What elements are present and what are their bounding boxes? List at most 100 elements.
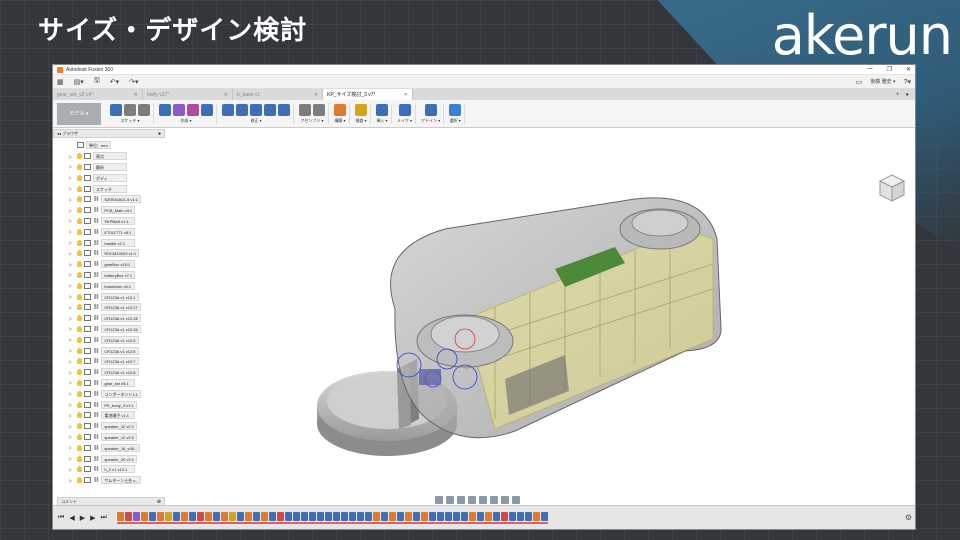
tool-icon[interactable] bbox=[250, 104, 262, 116]
timeline-feature[interactable] bbox=[468, 511, 476, 521]
tree-component[interactable]: ▷ ⛓ CR123A v1 v12:26 bbox=[53, 324, 165, 335]
expand-arrow-icon[interactable]: ▷ bbox=[69, 164, 75, 169]
visibility-bulb-icon[interactable] bbox=[77, 433, 82, 440]
visibility-bulb-icon[interactable] bbox=[77, 412, 82, 419]
tool-icon[interactable] bbox=[355, 104, 367, 116]
viewcube[interactable] bbox=[875, 171, 909, 205]
timeline-feature[interactable] bbox=[356, 511, 364, 521]
timeline-feature[interactable] bbox=[332, 511, 340, 521]
tree-component[interactable]: ▷ ⛓ ET011T71 v5:1 bbox=[53, 226, 165, 237]
tree-folder[interactable]: ▷ スケッチ bbox=[53, 183, 165, 194]
add-comment-icon[interactable]: ⊕ bbox=[157, 499, 161, 505]
visibility-bulb-icon[interactable] bbox=[77, 282, 82, 289]
3d-viewport[interactable] bbox=[165, 129, 915, 507]
tool-icon[interactable] bbox=[376, 104, 388, 116]
timeline-feature[interactable] bbox=[380, 511, 388, 521]
tree-component[interactable]: ▷ ⛓ CR123A v1 v12:5 bbox=[53, 334, 165, 345]
viewports-icon[interactable] bbox=[512, 496, 520, 504]
visibility-bulb-icon[interactable] bbox=[77, 185, 82, 192]
timeline-feature[interactable] bbox=[420, 511, 428, 521]
tool-icon[interactable] bbox=[424, 104, 437, 116]
timeline-feature[interactable] bbox=[460, 511, 468, 521]
visibility-bulb-icon[interactable] bbox=[77, 401, 82, 408]
timeline-feature[interactable] bbox=[436, 511, 444, 521]
tree-component[interactable]: ▷ ⛓ h_2 v1 v12:1 bbox=[53, 464, 165, 475]
timeline-feature[interactable] bbox=[236, 511, 244, 521]
tree-folder[interactable]: ▷ 解析 bbox=[53, 162, 165, 173]
timeline-feature[interactable] bbox=[492, 511, 500, 521]
toolbar-group-label[interactable]: 選択 ▾ bbox=[450, 118, 461, 124]
visibility-bulb-icon[interactable] bbox=[77, 174, 82, 181]
expand-arrow-icon[interactable]: ▷ bbox=[69, 294, 75, 299]
expand-arrow-icon[interactable]: ▷ bbox=[69, 262, 75, 267]
timeline-feature[interactable] bbox=[220, 511, 228, 521]
tree-component[interactable]: ▷ ⛓ CR123A v1 v12:7 bbox=[53, 356, 165, 367]
timeline-feature[interactable] bbox=[484, 511, 492, 521]
tree-component[interactable]: ▷ ⛓ speaker_12 v2:2 bbox=[53, 432, 165, 443]
timeline-feature[interactable] bbox=[364, 511, 372, 521]
visibility-bulb-icon[interactable] bbox=[77, 325, 82, 332]
timeline-feature[interactable] bbox=[260, 511, 268, 521]
visibility-bulb-icon[interactable] bbox=[77, 379, 82, 386]
tree-component[interactable]: ▷ ⛓ RDCM10003 v1:1 bbox=[53, 248, 165, 259]
timeline-feature[interactable] bbox=[444, 511, 452, 521]
toolbar-group-label[interactable]: メイク ▾ bbox=[397, 118, 412, 124]
timeline-feature[interactable] bbox=[188, 511, 196, 521]
tool-icon[interactable] bbox=[138, 104, 150, 116]
expand-arrow-icon[interactable]: ▷ bbox=[69, 240, 75, 245]
timeline-feature[interactable] bbox=[124, 511, 132, 521]
file-menu-icon[interactable]: ▤▾ bbox=[74, 78, 84, 86]
expand-arrow-icon[interactable]: ▷ bbox=[69, 402, 75, 407]
tree-component[interactable]: ▷ ⛓ speaker_16_v06... bbox=[53, 442, 165, 453]
timeline-feature[interactable] bbox=[340, 511, 348, 521]
tree-component[interactable]: ▷ ⛓ thumbturn v6:1 bbox=[53, 280, 165, 291]
tree-component[interactable]: ▷ ⛓ CR123A v1 v12:8 bbox=[53, 367, 165, 378]
tool-icon[interactable] bbox=[201, 104, 213, 116]
timeline-feature[interactable] bbox=[428, 511, 436, 521]
expand-arrow-icon[interactable]: ▷ bbox=[69, 208, 75, 213]
expand-arrow-icon[interactable]: ▷ bbox=[69, 154, 75, 159]
tool-icon[interactable] bbox=[110, 104, 122, 116]
expand-arrow-icon[interactable]: ▷ bbox=[69, 391, 75, 396]
timeline-feature[interactable] bbox=[204, 511, 212, 521]
help-icon[interactable]: ?▾ bbox=[904, 78, 911, 86]
timeline-feature[interactable] bbox=[404, 511, 412, 521]
timeline-feature[interactable] bbox=[180, 511, 188, 521]
go-to-start-icon[interactable]: ⏮ bbox=[58, 514, 64, 522]
document-tab[interactable]: gear_set_v2 v4* ✕ bbox=[53, 89, 143, 100]
document-tab[interactable]: KP_サイズ検討_3 v7* ✕ bbox=[323, 89, 413, 100]
visibility-bulb-icon[interactable] bbox=[77, 477, 82, 484]
tool-icon[interactable] bbox=[313, 104, 325, 116]
visibility-bulb-icon[interactable] bbox=[77, 163, 82, 170]
tool-icon[interactable] bbox=[398, 104, 411, 116]
save-icon[interactable]: 🖫 bbox=[94, 76, 100, 87]
job-status-icon[interactable]: ▭ bbox=[856, 78, 863, 86]
timeline-feature[interactable] bbox=[116, 511, 124, 521]
visibility-bulb-icon[interactable] bbox=[77, 250, 82, 257]
document-tab[interactable]: body v27* ✕ bbox=[143, 89, 233, 100]
timeline-feature[interactable] bbox=[516, 511, 524, 521]
tool-icon[interactable] bbox=[124, 104, 136, 116]
tree-component[interactable]: ▷ ⛓ CR123A v1 v12:1 bbox=[53, 291, 165, 302]
timeline-feature[interactable] bbox=[300, 511, 308, 521]
tree-folder[interactable]: ▷ 原点 bbox=[53, 151, 165, 162]
expand-arrow-icon[interactable]: ▷ bbox=[69, 272, 75, 277]
document-tab[interactable]: b_base v1 ✕ bbox=[233, 89, 323, 100]
tree-component[interactable]: ▷ ⛓ SKPBAA v1:1 bbox=[53, 216, 165, 227]
close-tab-icon[interactable]: ✕ bbox=[404, 92, 408, 98]
workspace-switcher[interactable]: モデル ▾ bbox=[57, 102, 101, 125]
zoom-icon[interactable] bbox=[468, 496, 476, 504]
toolbar-group-label[interactable]: アセンブリ ▾ bbox=[301, 118, 324, 124]
timeline-feature[interactable] bbox=[372, 511, 380, 521]
browser-pin-icon[interactable]: ● bbox=[158, 131, 161, 137]
visibility-bulb-icon[interactable] bbox=[77, 369, 82, 376]
toolbar-group-label[interactable]: 構築 ▾ bbox=[334, 118, 345, 124]
visibility-bulb-icon[interactable] bbox=[77, 217, 82, 224]
toolbar-group-label[interactable]: アドイン ▾ bbox=[421, 118, 440, 124]
display-settings-icon[interactable] bbox=[490, 496, 498, 504]
timeline-feature[interactable] bbox=[228, 511, 236, 521]
tool-icon[interactable] bbox=[159, 104, 171, 116]
visibility-bulb-icon[interactable] bbox=[77, 239, 82, 246]
tree-component[interactable]: ▷ ⛓ サムターン土台 v... bbox=[53, 475, 165, 486]
expand-arrow-icon[interactable]: ▷ bbox=[69, 337, 75, 342]
